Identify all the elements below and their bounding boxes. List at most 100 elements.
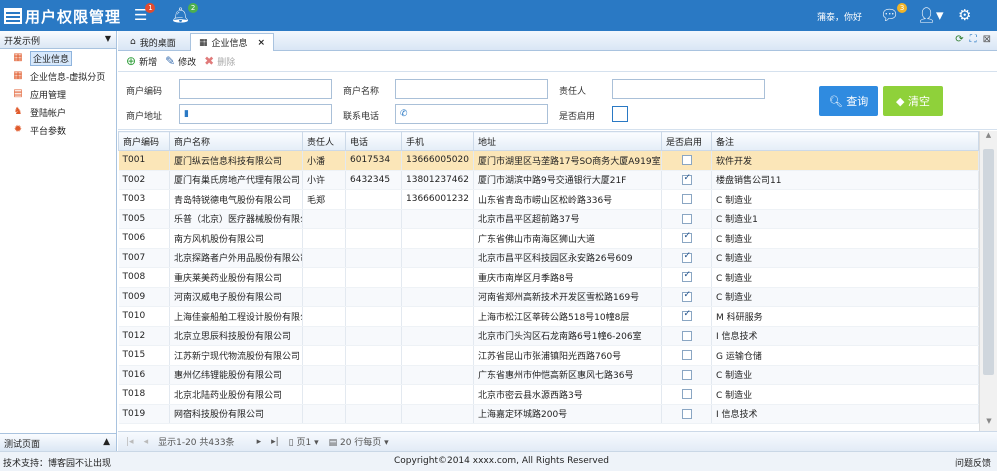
table-cell: 北京北陆药业股份有限公司 — [169, 384, 303, 405]
table-cell[interactable] — [661, 384, 712, 405]
table-cell — [345, 404, 402, 424]
prev-page-icon[interactable]: ◂ — [144, 437, 149, 447]
table-row[interactable]: T012 北京立思辰科技股份有限公司 北京市门头沟区石龙南路6号1幢6-206室 I … — [118, 326, 979, 346]
feedback-link[interactable]: 问题反馈 — [955, 456, 991, 469]
enabled-checkbox[interactable] — [681, 155, 692, 165]
menu-icon[interactable]: ☰ 1 — [134, 3, 156, 23]
enabled-checkbox[interactable] — [681, 270, 692, 282]
sidebar-header[interactable]: 开发示例 ▼ — [0, 31, 116, 49]
sidebar-item-params[interactable]: ✹ 平台参数 — [0, 121, 116, 139]
query-button[interactable]: 🔍︎ 查询 — [819, 86, 878, 116]
enabled-checkbox[interactable] — [681, 408, 692, 419]
enabled-checkbox[interactable] — [681, 350, 692, 360]
address-input[interactable]: ▮ — [179, 104, 332, 124]
table-cell[interactable] — [661, 267, 712, 288]
col-address[interactable]: 地址 — [473, 131, 662, 151]
table-row[interactable]: T007北京探路者户外用品股份有限公司 北京市昌平区科技园区永安路26号609 C … — [118, 248, 979, 268]
enabled-checkbox[interactable] — [681, 290, 692, 302]
code-input[interactable] — [179, 79, 332, 99]
refresh-icon[interactable]: ⟳ — [955, 34, 963, 45]
add-button[interactable]: ⊕ 新增 — [126, 54, 157, 68]
sidebar-item-company-virtual[interactable]: ▦ 企业信息-虚拟分页 — [0, 67, 116, 85]
grid-scrollbar[interactable]: ▲ ▼ — [979, 131, 997, 431]
phone-input[interactable]: ✆ — [395, 104, 548, 124]
chevron-up-icon[interactable]: ▲ — [103, 437, 110, 447]
page-select[interactable]: ▯ 页1 ▾ — [289, 435, 319, 448]
table-cell[interactable] — [661, 170, 712, 190]
table-cell[interactable] — [661, 404, 712, 424]
enabled-checkbox[interactable] — [681, 309, 692, 321]
table-cell[interactable] — [661, 189, 712, 210]
table-cell[interactable] — [661, 306, 712, 327]
tab-desktop[interactable]: ⌂ 我的桌面 — [122, 33, 184, 51]
close-icon[interactable]: × — [258, 38, 266, 48]
scroll-thumb[interactable] — [983, 149, 994, 375]
col-owner[interactable]: 责任人 — [302, 131, 346, 151]
table-cell[interactable] — [661, 150, 712, 171]
col-name[interactable]: 商户名称 — [169, 131, 303, 151]
table-row[interactable]: T001 厦门纵云信息科技有限公司 小潘 6017534 13666005020 厦门市湖… — [118, 150, 979, 171]
table-cell: 软件开发 — [711, 150, 979, 171]
table-row[interactable]: T010上海佳豪船舶工程设计股份有限公司 上海市松江区莘砖公路518号10幢8层 M… — [118, 306, 979, 327]
clear-button[interactable]: ◆ 清空 — [883, 86, 943, 116]
next-page-icon[interactable]: ▸ — [257, 437, 262, 447]
tab-company[interactable]: ▦ 企业信息 × — [190, 33, 275, 51]
sidebar-item-apps[interactable]: ▤ 应用管理 — [0, 85, 116, 103]
enabled-checkbox[interactable] — [681, 213, 692, 224]
page-size-select[interactable]: ▤ 20 行每页 ▾ — [329, 435, 389, 448]
table-row[interactable]: T006南方风机股份有限公司 广东省佛山市南海区狮山大道 C 制造业 — [118, 228, 979, 249]
enabled-checkbox[interactable] — [681, 330, 692, 341]
table-row[interactable]: T002 厦门有巢氏房地产代理有限公司 小许 6432345 13801237462 厦门… — [118, 170, 979, 190]
scroll-down-icon[interactable]: ▼ — [980, 417, 997, 431]
enabled-checkbox[interactable] — [612, 106, 628, 122]
owner-input[interactable] — [612, 79, 765, 99]
sidebar-footer[interactable]: 测试页面 ▲ — [0, 433, 116, 451]
sidebar-item-company[interactable]: ▦ 企业信息 — [0, 49, 116, 67]
first-page-icon[interactable]: |◂ — [126, 437, 134, 447]
close-all-icon[interactable]: ⊠ — [983, 34, 991, 45]
table-cell[interactable] — [661, 287, 712, 307]
table-row[interactable]: T019 网宿科技股份有限公司 上海嘉定环城路200号 I 信息技术 — [118, 404, 979, 424]
maximize-icon[interactable]: ⛶ — [970, 34, 977, 45]
table-row[interactable]: T009河南汉威电子股份有限公司 河南省郑州高新技术开发区雪松路169号 C 制造业 — [118, 287, 979, 307]
table-cell: T003 — [118, 189, 170, 210]
enabled-checkbox[interactable] — [681, 231, 692, 243]
col-phone[interactable]: 电话 — [345, 131, 402, 151]
table-cell[interactable] — [661, 209, 712, 229]
col-mobile[interactable]: 手机 — [401, 131, 474, 151]
enabled-checkbox[interactable] — [681, 251, 692, 263]
table-row[interactable]: T008重庆莱美药业股份有限公司 重庆市南岸区月季路8号 C 制造业 — [118, 267, 979, 288]
table-cell — [345, 209, 402, 229]
table-cell: 重庆莱美药业股份有限公司 — [169, 267, 303, 288]
table-cell[interactable] — [661, 365, 712, 385]
table-cell: 13666005020 — [401, 150, 474, 171]
name-input[interactable] — [395, 79, 548, 99]
table-cell[interactable] — [661, 345, 712, 366]
user-menu-icon[interactable]: 👤︎▾ — [917, 7, 944, 23]
table-cell[interactable] — [661, 228, 712, 249]
gear-icon[interactable]: ⚙ — [958, 7, 971, 23]
table-row[interactable]: T015 江苏新宁现代物流股份有限公司 江苏省昆山市张浦镇阳光西路760号 G 运输仓… — [118, 345, 979, 366]
table-row[interactable]: T018 北京北陆药业股份有限公司 北京市密云县水源西路3号 C 制造业 — [118, 384, 979, 405]
last-page-icon[interactable]: ▸| — [271, 437, 279, 447]
sidebar-item-accounts[interactable]: ♞ 登陆帐户 — [0, 103, 116, 121]
col-code[interactable]: 商户编码 — [118, 131, 170, 151]
table-row[interactable]: T003 青岛特锐德电气股份有限公司 毛郑 13666001232 山东省青岛市崂山区松… — [118, 189, 979, 210]
chevron-down-icon[interactable]: ▼ — [105, 34, 111, 43]
edit-button[interactable]: ✎ 修改 — [165, 54, 196, 68]
scroll-up-icon[interactable]: ▲ — [980, 131, 997, 145]
col-enabled[interactable]: 是否启用 — [661, 131, 712, 151]
enabled-checkbox[interactable] — [681, 389, 692, 399]
table-row[interactable]: T016 惠州亿纬锂能股份有限公司 广东省惠州市仲恺高新区惠风七路36号 C 制造业 — [118, 365, 979, 385]
bell-icon[interactable]: 🔔︎ 2 — [171, 3, 199, 23]
enabled-checkbox[interactable] — [681, 194, 692, 204]
delete-button[interactable]: ✖ 删除 — [204, 54, 235, 68]
enabled-checkbox[interactable] — [681, 369, 692, 380]
table-cell[interactable] — [661, 248, 712, 268]
enabled-checkbox[interactable] — [681, 173, 692, 185]
chat-icon[interactable]: 💬︎ 3 — [880, 3, 908, 23]
table-row[interactable]: T005乐普（北京）医疗器械股份有限公司 北京市昌平区超前路37号 C 制造业1 — [118, 209, 979, 229]
col-remark[interactable]: 备注 — [711, 131, 979, 151]
table-cell[interactable] — [661, 326, 712, 346]
table-cell: T007 — [118, 248, 170, 268]
